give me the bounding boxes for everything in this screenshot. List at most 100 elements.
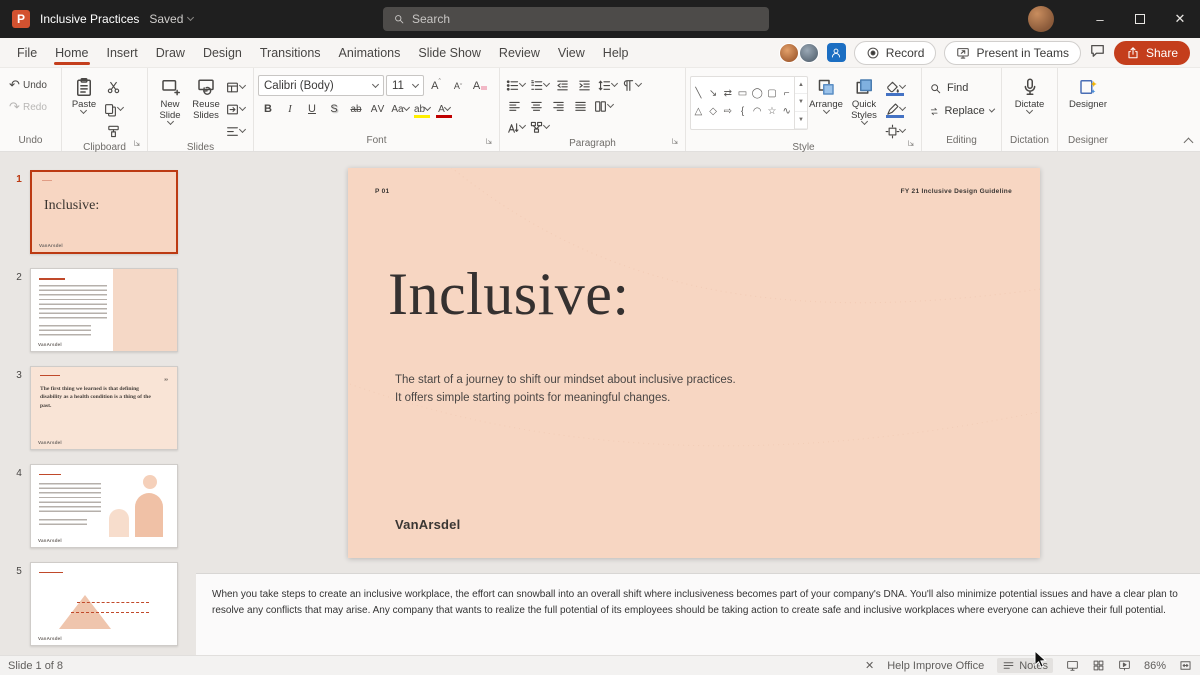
slide-thumbnail-4[interactable]: VanArsdel	[30, 464, 178, 548]
font-dialog-launcher[interactable]	[485, 137, 493, 148]
slide-sorter-view-button[interactable]	[1092, 659, 1105, 672]
collaborator-avatar-1[interactable]	[779, 43, 799, 63]
columns-button[interactable]	[592, 96, 614, 116]
maximize-button[interactable]	[1120, 0, 1160, 38]
style-dialog-launcher[interactable]	[907, 139, 915, 150]
dictate-button[interactable]: Dictate	[1012, 72, 1048, 134]
quick-styles-button[interactable]: Quick Styles	[844, 72, 884, 141]
save-status-dropdown[interactable]: Saved	[149, 12, 193, 26]
clear-formatting-button[interactable]: A	[470, 76, 490, 96]
shape-diamond[interactable]: ◇	[706, 103, 721, 121]
format-painter-button[interactable]	[102, 121, 124, 141]
shape-arrow[interactable]: ↘	[706, 85, 721, 103]
shape-brace[interactable]: {	[735, 103, 750, 121]
menu-item-help[interactable]: Help	[594, 40, 638, 66]
slide-body-text[interactable]: The start of a journey to shift our mind…	[395, 372, 736, 408]
change-case-button[interactable]: Aa	[390, 99, 410, 119]
shape-line[interactable]: ╲	[691, 85, 706, 103]
menu-item-transitions[interactable]: Transitions	[251, 40, 330, 66]
slide-canvas[interactable]: P 01 FY 21 Inclusive Design Guideline In…	[348, 168, 1040, 558]
designer-button[interactable]: Designer	[1070, 72, 1106, 134]
shape-double-arrow[interactable]: ⇄	[720, 85, 735, 103]
paste-button[interactable]: Paste	[66, 72, 102, 141]
increase-indent-button[interactable]	[574, 75, 594, 95]
justify-button[interactable]	[570, 96, 590, 116]
share-button[interactable]: Share	[1114, 41, 1190, 65]
menu-item-home[interactable]: Home	[46, 40, 97, 66]
notes-text[interactable]: When you take steps to create an inclusi…	[212, 587, 1197, 619]
underline-button[interactable]: U	[302, 99, 322, 119]
shapes-scroll-down[interactable]: ▼	[795, 94, 807, 111]
decrease-font-size-button[interactable]: Aˇ	[448, 76, 468, 96]
align-right-button[interactable]	[548, 96, 568, 116]
dismiss-help-button[interactable]: ✕	[865, 659, 874, 672]
slide-thumbnail-2[interactable]: VanArsdel	[30, 268, 178, 352]
user-avatar[interactable]	[1028, 6, 1054, 32]
document-title[interactable]: Inclusive Practices	[40, 12, 139, 26]
font-color-button[interactable]: A	[434, 99, 454, 119]
bullets-button[interactable]	[504, 75, 526, 95]
font-size-select[interactable]: 11	[386, 75, 424, 96]
slide-thumbnail-1[interactable]: Inclusive: VanArsdel	[30, 170, 178, 254]
menu-item-draw[interactable]: Draw	[147, 40, 194, 66]
slideshow-view-button[interactable]	[1118, 659, 1131, 672]
collaborator-avatar-2[interactable]	[799, 43, 819, 63]
align-left-button[interactable]	[504, 96, 524, 116]
shape-outline-button[interactable]	[884, 99, 906, 119]
record-button[interactable]: Record	[854, 41, 937, 65]
font-name-select[interactable]: Calibri (Body)	[258, 75, 384, 96]
clipboard-dialog-launcher[interactable]	[133, 139, 141, 150]
shape-oval[interactable]: ◯	[750, 85, 765, 103]
shape-effects-button[interactable]	[884, 121, 906, 141]
section-button[interactable]	[224, 121, 246, 141]
redo-button[interactable]: ↷ Redo	[8, 97, 48, 117]
numbering-button[interactable]	[528, 75, 550, 95]
minimize-button[interactable]: –	[1080, 0, 1120, 38]
undo-button[interactable]: ↶ Undo	[8, 75, 48, 95]
character-spacing-button[interactable]: AV	[368, 99, 388, 119]
arrange-button[interactable]: Arrange	[808, 72, 844, 141]
menu-item-animations[interactable]: Animations	[330, 40, 410, 66]
align-text-button[interactable]	[504, 117, 526, 137]
paragraph-dialog-launcher[interactable]	[671, 137, 679, 148]
slide-title[interactable]: Inclusive:	[388, 260, 630, 329]
shape-scribble[interactable]: ∿	[779, 103, 794, 121]
menu-item-review[interactable]: Review	[490, 40, 549, 66]
zoom-level[interactable]: 86%	[1144, 660, 1166, 672]
help-improve-office-link[interactable]: Help Improve Office	[887, 660, 984, 672]
strikethrough-button[interactable]: ab	[346, 99, 366, 119]
presence-badge[interactable]	[827, 43, 846, 62]
search-bar[interactable]: Search	[383, 7, 769, 31]
bold-button[interactable]: B	[258, 99, 278, 119]
shape-bracket[interactable]: ⌐	[779, 85, 794, 103]
shape-fill-button[interactable]	[884, 77, 906, 97]
fit-to-window-button[interactable]	[1179, 659, 1192, 672]
slide-thumbnail-3[interactable]: The first thing we learned is that defin…	[30, 366, 178, 450]
notes-toggle-button[interactable]: Notes	[997, 658, 1053, 673]
shapes-scroll-up[interactable]: ▲	[795, 77, 807, 94]
line-spacing-button[interactable]	[596, 75, 618, 95]
find-button[interactable]: Find	[926, 78, 997, 98]
notes-pane[interactable]: When you take steps to create an inclusi…	[196, 573, 1200, 655]
shape-rectangle[interactable]: ▭	[735, 85, 750, 103]
shape-star[interactable]: ☆	[765, 103, 780, 121]
comments-button[interactable]	[1089, 42, 1106, 64]
cut-button[interactable]	[102, 77, 124, 97]
text-shadow-button[interactable]: S	[324, 99, 344, 119]
shape-arc[interactable]: ◠	[750, 103, 765, 121]
collapse-ribbon-button[interactable]	[1184, 138, 1194, 148]
present-in-teams-button[interactable]: Present in Teams	[944, 41, 1081, 65]
menu-item-slide-show[interactable]: Slide Show	[409, 40, 490, 66]
decrease-indent-button[interactable]	[552, 75, 572, 95]
new-slide-button[interactable]: New Slide	[152, 72, 188, 141]
shape-rounded-rectangle[interactable]: ▢	[765, 85, 780, 103]
align-center-button[interactable]	[526, 96, 546, 116]
close-button[interactable]: ✕	[1160, 0, 1200, 38]
text-highlight-button[interactable]: ab	[412, 99, 432, 119]
increase-font-size-button[interactable]: Aˆ	[426, 76, 446, 96]
italic-button[interactable]: I	[280, 99, 300, 119]
text-direction-button[interactable]	[620, 75, 642, 95]
replace-button[interactable]: Replace	[926, 101, 997, 121]
menu-item-design[interactable]: Design	[194, 40, 251, 66]
convert-to-smartart-button[interactable]	[528, 117, 550, 137]
